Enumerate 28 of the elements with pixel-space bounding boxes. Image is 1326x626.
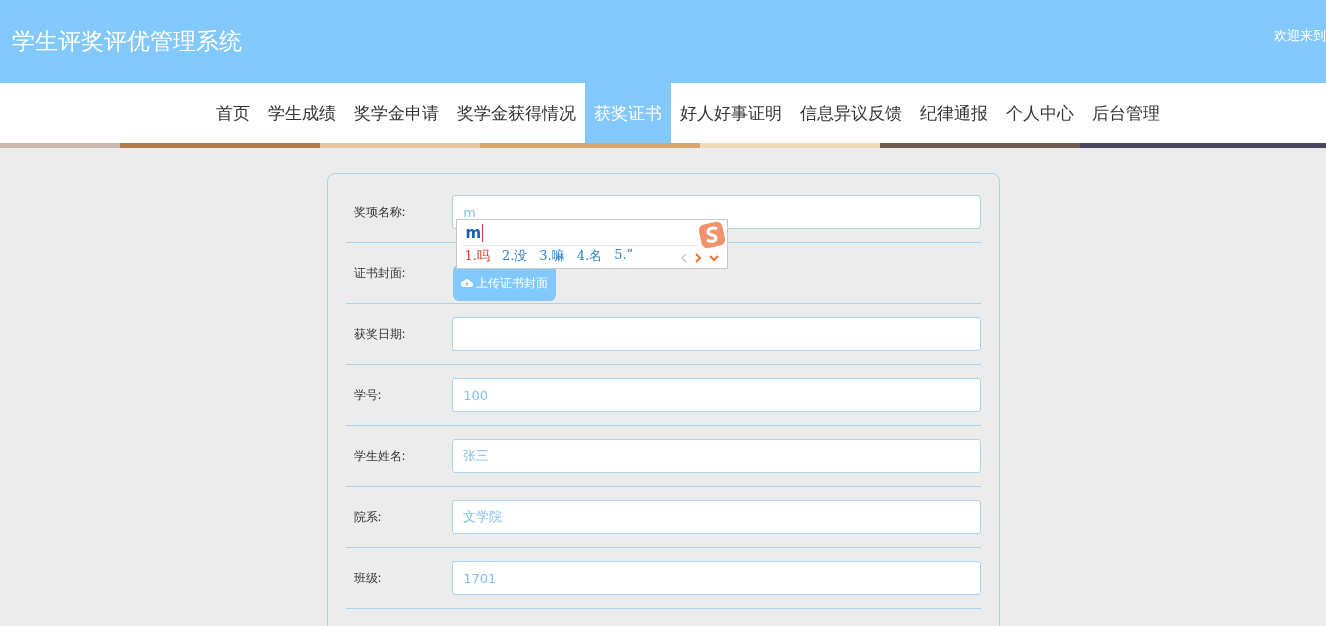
ime-candidate[interactable]: 2.没	[501, 247, 528, 265]
welcome-text: 欢迎来到	[1274, 26, 1326, 45]
field-label: 班级:	[352, 569, 383, 587]
ime-composition: m	[465, 224, 484, 242]
nav-tab[interactable]: 奖学金申请	[345, 83, 448, 143]
field-label: 证书封面:	[352, 264, 407, 282]
nav-tab[interactable]: 信息异议反馈	[791, 83, 911, 143]
cloud-upload-icon	[460, 278, 473, 288]
nav-tab[interactable]: 后台管理	[1083, 83, 1169, 143]
field-label: 学号:	[352, 386, 383, 404]
nav-tab[interactable]: 好人好事证明	[671, 83, 791, 143]
expand-icon[interactable]	[707, 254, 720, 262]
field-label: 获奖日期:	[352, 325, 407, 343]
nav-tab[interactable]: 个人中心	[997, 83, 1083, 143]
previous-page-icon[interactable]	[679, 252, 688, 264]
ime-candidate[interactable]: 1.吗	[464, 247, 490, 265]
ime-candidate[interactable]: 5.”	[614, 247, 634, 265]
ime-candidate[interactable]: 4.名	[576, 247, 603, 265]
nav-tab[interactable]: 奖学金获得情况	[448, 83, 585, 143]
ime-candidate[interactable]: 3.嘛	[539, 247, 565, 265]
field-label: 学生姓名:	[352, 447, 407, 465]
nav-tab[interactable]: 学生成绩	[259, 83, 345, 143]
field-label: 奖项名称:	[352, 203, 407, 221]
nav-tab[interactable]: 纪律通报	[911, 83, 997, 143]
site-title: 学生评奖评优管理系统	[12, 27, 242, 56]
next-page-icon[interactable]	[693, 252, 702, 264]
nav-tab[interactable]: 首页	[207, 83, 259, 143]
field-label: 院系:	[352, 508, 383, 526]
